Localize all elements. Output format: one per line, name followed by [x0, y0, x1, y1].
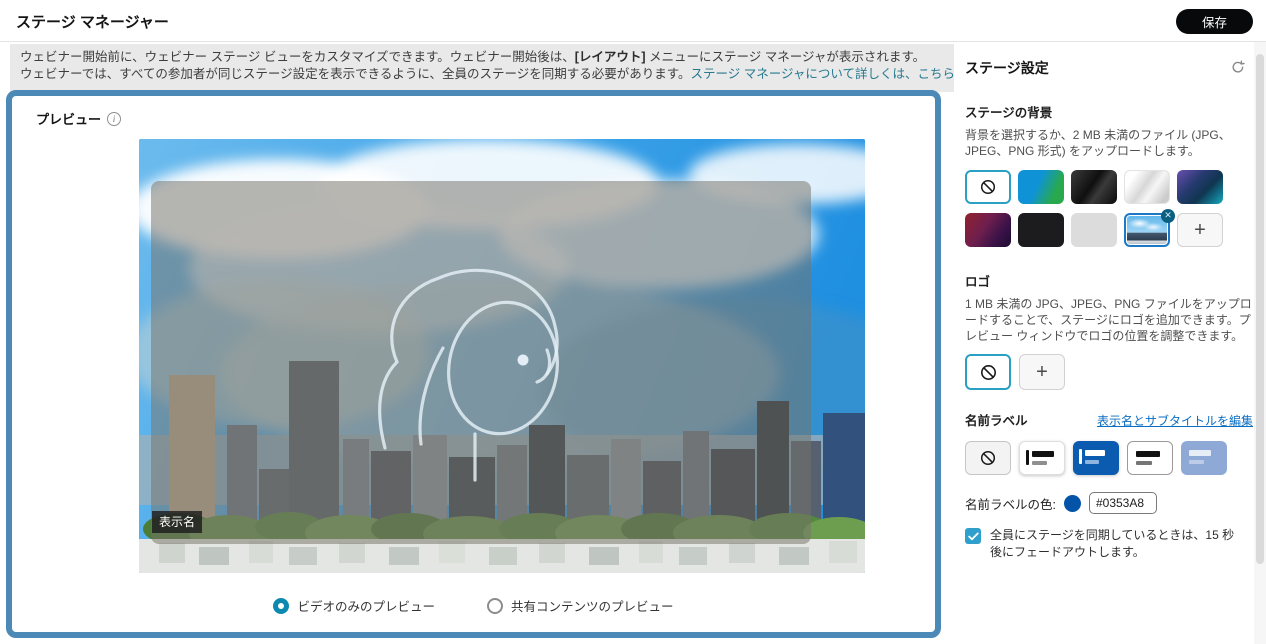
info-banner: ウェビナー開始前に、ウェビナー ステージ ビューをカスタマイズできます。ウェビナ…	[10, 44, 954, 92]
display-name-tag[interactable]: 表示名	[152, 511, 203, 533]
name-label-style-translucent[interactable]	[1181, 441, 1227, 475]
radio-unselected-icon[interactable]	[487, 597, 503, 614]
radio-video-only[interactable]: ビデオのみのプレビュー	[273, 596, 435, 615]
preview-panel: プレビュー i 表示名 ビデオのみのプレビュー 共有コンテンツのプレビュー	[6, 90, 941, 638]
video-placeholder-region[interactable]: 表示名	[151, 181, 811, 544]
background-swatch-none[interactable]	[965, 170, 1011, 204]
face-placeholder-icon	[378, 268, 560, 482]
background-swatch-grid: ✕ +	[965, 170, 1253, 247]
fade-out-label: 全員にステージを同期しているときは、15 秒後にフェードアウトします。	[990, 528, 1235, 559]
preview-title: プレビュー	[36, 112, 102, 127]
sidebar-title: ステージ設定	[965, 60, 1049, 76]
page-title: ステージ マネージャー	[16, 14, 169, 31]
name-label-color-label: 名前ラベルの色:	[965, 497, 1056, 512]
remove-background-icon[interactable]: ✕	[1161, 209, 1175, 223]
name-label-heading: 名前ラベル	[965, 414, 1028, 428]
scrollbar-track[interactable]	[1254, 42, 1266, 644]
radio-shared-content[interactable]: 共有コンテンツのプレビュー	[487, 596, 674, 615]
logo-description: 1 MB 未満の JPG、JPEG、PNG ファイルをアップロードすることで、ス…	[965, 297, 1252, 343]
refresh-icon[interactable]	[1229, 59, 1247, 77]
none-icon	[980, 179, 996, 195]
info-icon[interactable]: i	[107, 111, 122, 126]
radio-shared-content-label: 共有コンテンツのプレビュー	[511, 600, 674, 614]
top-header-bar: ステージ マネージャー 保存	[0, 0, 1266, 42]
name-label-style-blue-filled[interactable]	[1073, 441, 1119, 475]
banner-line1: ウェビナー開始前に、ウェビナー ステージ ビューをカスタマイズできます。ウェビナ…	[20, 50, 926, 64]
background-swatch-red-purple[interactable]	[965, 213, 1011, 247]
background-swatch-blue-green[interactable]	[1018, 170, 1064, 204]
sidebar-header: ステージ設定	[965, 58, 1253, 78]
background-swatch-city-selected[interactable]: ✕	[1124, 209, 1175, 247]
check-icon	[967, 532, 979, 540]
none-icon	[980, 450, 996, 466]
background-swatch-light-gray[interactable]	[1071, 213, 1117, 247]
background-swatch-purple-teal[interactable]	[1177, 170, 1223, 204]
background-heading: ステージの背景	[965, 106, 1053, 120]
logo-heading: ロゴ	[965, 275, 991, 289]
background-add-button[interactable]: +	[1177, 213, 1223, 247]
scrollbar-thumb[interactable]	[1256, 54, 1264, 564]
background-swatch-dark-wave[interactable]	[1071, 170, 1117, 204]
name-label-style-none[interactable]	[965, 441, 1011, 475]
layout-menu-ref: [レイアウト]	[574, 50, 646, 64]
stage-background-image: 表示名	[139, 139, 865, 573]
fade-out-checkbox-checked[interactable]	[965, 528, 981, 544]
stage-settings-sidebar: ステージ設定 ステージの背景 背景を選択するか、2 MB 未満のファイル (JP…	[965, 42, 1253, 561]
name-label-color-input[interactable]	[1088, 492, 1157, 514]
background-swatch-black[interactable]	[1018, 213, 1064, 247]
fade-out-setting: 全員にステージを同期しているときは、15 秒後にフェードアウトします。	[965, 527, 1253, 561]
color-swatch-dot[interactable]	[1063, 494, 1081, 512]
radio-video-only-label: ビデオのみのプレビュー	[297, 600, 435, 614]
name-label-style-white-accent[interactable]	[1019, 441, 1065, 475]
name-label-style-white-outline[interactable]	[1127, 441, 1173, 475]
name-label-color-row: 名前ラベルの色:	[965, 492, 1253, 514]
logo-add-button[interactable]: +	[1019, 354, 1065, 390]
preview-header: プレビュー i	[36, 109, 122, 128]
learn-more-link[interactable]: ステージ マネージャについて詳しくは、こちらをご覧ください。	[691, 67, 954, 81]
edit-display-name-link[interactable]: 表示名とサブタイトルを編集	[1097, 412, 1253, 429]
radio-selected-icon[interactable]	[273, 597, 290, 614]
logo-none-option[interactable]	[965, 354, 1011, 390]
banner-line2: ウェビナーでは、すべての参加者が同じステージ設定を表示できるように、全員のステー…	[20, 66, 954, 83]
preview-mode-radios: ビデオのみのプレビュー 共有コンテンツのプレビュー	[12, 596, 935, 615]
none-icon	[980, 364, 996, 380]
name-label-header: 名前ラベル 表示名とサブタイトルを編集	[965, 410, 1253, 429]
background-swatch-white-silk[interactable]	[1124, 170, 1170, 204]
logo-options: +	[965, 354, 1253, 390]
background-description: 背景を選択するか、2 MB 未満のファイル (JPG、JPEG、PNG 形式) …	[965, 128, 1231, 158]
name-label-style-options	[965, 441, 1253, 475]
save-button[interactable]: 保存	[1176, 9, 1253, 34]
